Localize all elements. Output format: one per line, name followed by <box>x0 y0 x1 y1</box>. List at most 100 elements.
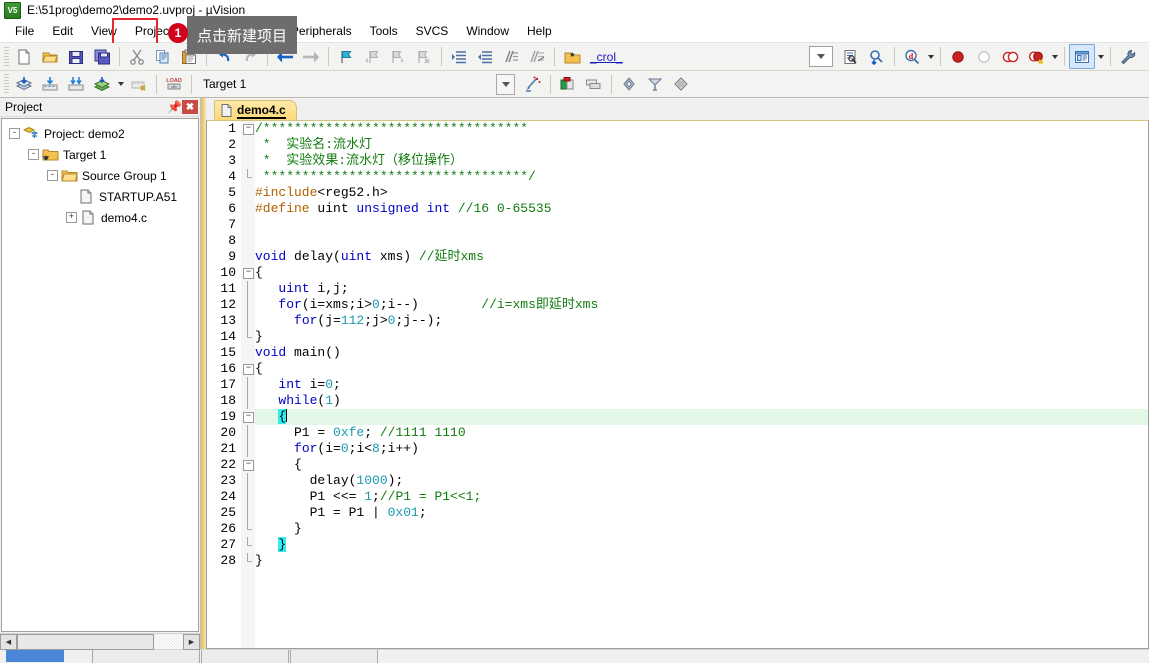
scroll-track[interactable] <box>154 634 183 649</box>
menu-help[interactable]: Help <box>518 22 561 40</box>
save-icon[interactable] <box>63 44 89 69</box>
tree-item-source-group[interactable]: - Source Group 1 <box>2 165 198 186</box>
code-line[interactable]: P1 = P1 | 0x01; <box>255 505 1148 521</box>
tree-item-demo4-c[interactable]: + demo4.c <box>2 207 198 228</box>
code-line[interactable]: * 实验效果:流水灯（移位操作） <box>255 153 1148 169</box>
menu-view[interactable]: View <box>82 22 126 40</box>
code-line[interactable]: for(i=0;i<8;i++) <box>255 441 1148 457</box>
fold-marker[interactable] <box>241 217 255 233</box>
bookmark-clear-icon[interactable] <box>411 44 437 69</box>
fold-marker[interactable] <box>241 441 255 457</box>
target-dropdown-arrow[interactable] <box>496 73 515 95</box>
code-line[interactable] <box>255 217 1148 233</box>
scroll-right-button[interactable]: ▶ <box>183 633 200 650</box>
navigate-forward-icon[interactable] <box>298 44 324 69</box>
fold-marker[interactable] <box>241 297 255 313</box>
find-dropdown-icon[interactable] <box>809 46 833 67</box>
menu-svcs[interactable]: SVCS <box>407 22 458 40</box>
code-line[interactable]: #include<reg52.h> <box>255 185 1148 201</box>
uncomment-icon[interactable] <box>524 44 550 69</box>
build-toolbar-grip[interactable] <box>4 74 9 94</box>
code-line[interactable]: #define uint unsigned int //16 0-65535 <box>255 201 1148 217</box>
code-line[interactable]: { <box>255 265 1148 281</box>
fold-marker[interactable] <box>241 489 255 505</box>
target-selector[interactable]: Target 1 <box>196 74 368 94</box>
fold-marker[interactable] <box>241 505 255 521</box>
tree-item-startup-a51[interactable]: STARTUP.A51 <box>2 186 198 207</box>
disable-breakpoint-icon[interactable] <box>971 44 997 69</box>
menu-edit[interactable]: Edit <box>43 22 82 40</box>
fold-marker[interactable] <box>241 393 255 409</box>
kill-all-breakpoints-icon[interactable] <box>997 44 1023 69</box>
configure-tools-icon[interactable] <box>1115 44 1141 69</box>
build-icon[interactable] <box>37 72 63 97</box>
code-line[interactable]: int i=0; <box>255 377 1148 393</box>
find-field-value[interactable]: _crol_ <box>590 50 623 64</box>
fold-marker[interactable] <box>241 329 255 345</box>
code-folding-gutter[interactable]: − − − − − <box>241 121 255 648</box>
stop-build-icon[interactable] <box>126 72 152 97</box>
scroll-thumb[interactable] <box>17 633 154 650</box>
code-line[interactable]: P1 = 0xfe; //1111 1110 <box>255 425 1148 441</box>
fold-marker[interactable] <box>241 153 255 169</box>
menu-window[interactable]: Window <box>457 22 518 40</box>
find-in-files-icon[interactable] <box>559 44 585 69</box>
fold-marker[interactable] <box>241 249 255 265</box>
target-options-icon[interactable] <box>520 72 546 97</box>
window-layout-icon[interactable] <box>1069 44 1095 69</box>
code-line[interactable]: * 实验名:流水灯 <box>255 137 1148 153</box>
tree-item-project[interactable]: - Project: demo2 <box>2 123 198 144</box>
cut-icon[interactable] <box>124 44 150 69</box>
templates-window-icon[interactable] <box>668 72 694 97</box>
code-line[interactable]: void main() <box>255 345 1148 361</box>
multi-project-icon[interactable] <box>581 72 607 97</box>
menu-file[interactable]: File <box>6 22 43 40</box>
project-tree[interactable]: - Project: demo2 - Target 1 - Source Gro… <box>1 118 199 632</box>
code-line[interactable]: } <box>255 537 1148 553</box>
tree-toggle-icon[interactable]: - <box>9 128 20 139</box>
debug-search-dropdown-icon[interactable] <box>925 45 936 68</box>
fold-marker[interactable] <box>241 537 255 553</box>
fold-marker[interactable] <box>241 233 255 249</box>
functions-window-icon[interactable] <box>642 72 668 97</box>
bookmark-list-icon[interactable] <box>838 44 864 69</box>
code-line[interactable]: { <box>255 361 1148 377</box>
code-line[interactable]: } <box>255 329 1148 345</box>
books-window-icon[interactable] <box>616 72 642 97</box>
output-tab-active[interactable] <box>6 650 64 662</box>
fold-marker[interactable] <box>241 473 255 489</box>
fold-marker[interactable] <box>241 313 255 329</box>
fold-marker[interactable] <box>241 185 255 201</box>
batch-build-dropdown-icon[interactable] <box>115 73 126 96</box>
manage-project-items-icon[interactable] <box>555 72 581 97</box>
comment-icon[interactable] <box>498 44 524 69</box>
save-all-icon[interactable] <box>89 44 115 69</box>
new-file-icon[interactable] <box>11 44 37 69</box>
code-line[interactable]: delay(1000); <box>255 473 1148 489</box>
find-next-icon[interactable] <box>864 44 890 69</box>
bookmark-next-icon[interactable] <box>385 44 411 69</box>
code-line[interactable]: **********************************/ <box>255 169 1148 185</box>
fold-marker[interactable]: − <box>241 265 255 281</box>
rebuild-icon[interactable] <box>63 72 89 97</box>
fold-marker[interactable] <box>241 169 255 185</box>
fold-marker[interactable]: − <box>241 409 255 425</box>
insert-breakpoint-icon[interactable] <box>945 44 971 69</box>
fold-marker[interactable] <box>241 281 255 297</box>
window-layout-dropdown-icon[interactable] <box>1095 45 1106 68</box>
indent-decrease-icon[interactable] <box>472 44 498 69</box>
output-tab-browse[interactable] <box>290 650 378 663</box>
code-line[interactable]: /********************************** <box>255 121 1148 137</box>
code-line[interactable]: for(i=xms;i>0;i--) //i=xms即延时xms <box>255 297 1148 313</box>
fold-marker[interactable] <box>241 201 255 217</box>
download-icon[interactable]: LOAD <box>161 72 187 97</box>
pin-icon[interactable]: 📌 <box>167 100 182 115</box>
output-tab-find[interactable] <box>201 650 289 663</box>
code-line[interactable]: void delay(uint xms) //延时xms <box>255 249 1148 265</box>
tab-demo4-c[interactable]: demo4.c <box>214 100 297 120</box>
fold-marker[interactable] <box>241 521 255 537</box>
project-horizontal-scrollbar[interactable]: ◀ ▶ <box>0 633 200 650</box>
code-line[interactable]: } <box>255 521 1148 537</box>
fold-marker[interactable] <box>241 345 255 361</box>
fold-marker[interactable] <box>241 553 255 569</box>
